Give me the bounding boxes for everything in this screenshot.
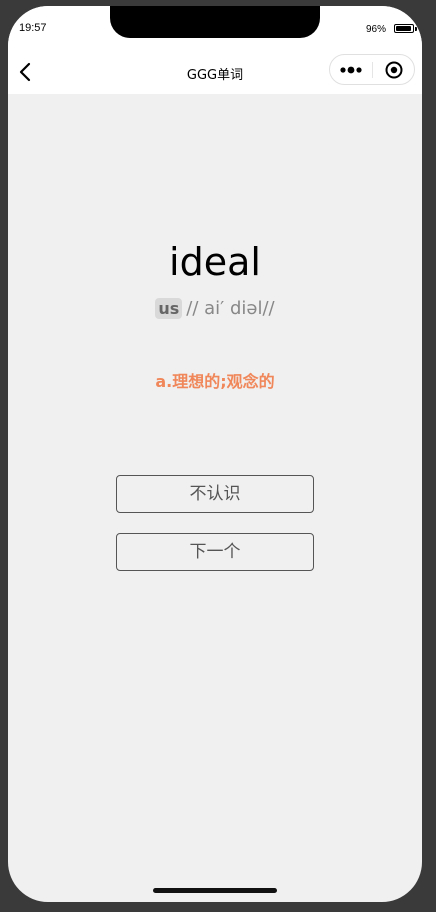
word-text: ideal [169, 240, 261, 284]
phonetic-text: // ai′ diəl// [186, 298, 275, 319]
home-indicator[interactable] [153, 888, 277, 893]
close-button[interactable] [382, 59, 406, 81]
notch [110, 6, 320, 38]
capsule-divider [372, 62, 373, 78]
target-close-icon [385, 61, 403, 79]
meaning-text: a.理想的;观念的 [155, 372, 275, 391]
status-bar: 19:57 96% [8, 6, 422, 50]
next-button[interactable]: 下一个 [116, 533, 314, 571]
unknown-button[interactable]: 不认识 [116, 475, 314, 513]
phonetic-row: us// ai′ diəl// [8, 298, 422, 319]
status-time: 19:57 [19, 22, 47, 34]
us-pronunciation-button[interactable]: us [155, 298, 183, 319]
more-dots-icon [340, 66, 362, 74]
phone-screen: 19:57 96% GGG单词 ideal us // ai′ diəl// a… [8, 6, 422, 902]
battery-tip [415, 27, 417, 31]
more-button[interactable] [338, 59, 366, 81]
nav-bar: GGG单词 [8, 50, 422, 94]
battery-icon [394, 24, 414, 33]
battery-level [396, 26, 412, 31]
mini-program-capsule [329, 54, 415, 85]
battery-percent: 96% [365, 24, 386, 35]
